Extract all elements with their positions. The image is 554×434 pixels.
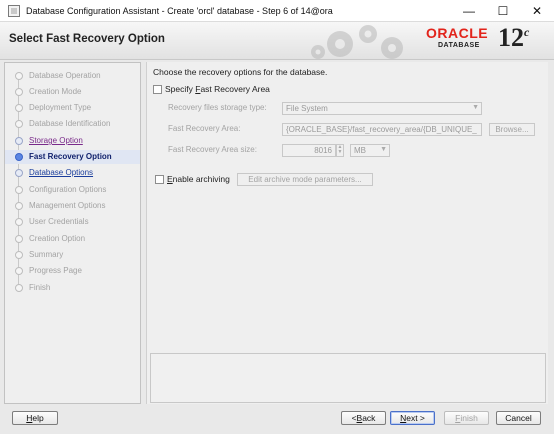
step-label: Management Options: [29, 201, 106, 210]
step-database-options[interactable]: Database Options: [5, 166, 140, 180]
step-dot: [15, 186, 23, 194]
step-fast-recovery-option: Fast Recovery Option: [5, 150, 140, 164]
page-title: Select Fast Recovery Option: [9, 33, 165, 45]
step-creation-mode: Creation Mode: [5, 85, 140, 99]
step-database-identification: Database Identification: [5, 117, 140, 131]
specify-fra-label-post: ast Recovery Area: [200, 84, 270, 94]
step-label: Database Operation: [29, 71, 101, 80]
step-dot: [15, 218, 23, 226]
step-label: Configuration Options: [29, 185, 107, 194]
fra-location-label: Fast Recovery Area:: [168, 124, 241, 133]
step-summary: Summary: [5, 248, 140, 262]
step-dot: [15, 169, 23, 177]
spinner-down-icon[interactable]: ▼: [337, 150, 343, 155]
close-button[interactable]: ✕: [520, 0, 554, 22]
enable-archiving-label[interactable]: Enable archiving: [167, 174, 230, 184]
step-progress-page: Progress Page: [5, 264, 140, 278]
details-panel: [150, 353, 546, 403]
oracle-logo: ORACLE DATABASE: [426, 25, 496, 57]
minimize-button[interactable]: —: [452, 0, 486, 22]
storage-type-select[interactable]: File System ▼: [282, 102, 482, 115]
back-label: ack: [362, 413, 376, 423]
step-dot: [15, 120, 23, 128]
enable-archiving-checkbox[interactable]: [155, 175, 164, 184]
fra-size-spinner[interactable]: ▲ ▼: [336, 144, 344, 157]
step-label: Finish: [29, 283, 51, 292]
back-button[interactable]: < Back: [341, 411, 386, 425]
intro-text: Choose the recovery options for the data…: [153, 67, 328, 77]
step-label: Summary: [29, 250, 64, 259]
step-label: Creation Mode: [29, 87, 82, 96]
finish-label: inish: [460, 413, 478, 423]
version-number: 12: [498, 23, 524, 52]
fra-size-input[interactable]: 8016: [282, 144, 336, 157]
gears-icon: [311, 25, 403, 59]
step-label[interactable]: Storage Option: [29, 136, 83, 145]
step-management-options: Management Options: [5, 199, 140, 213]
step-dot: [15, 137, 23, 145]
chevron-down-icon: ▼: [380, 146, 387, 153]
enable-archiving-label-post: nable archiving: [172, 174, 230, 184]
step-user-credentials: User Credentials: [5, 215, 140, 229]
step-dot: [15, 284, 23, 292]
step-dot: [15, 104, 23, 112]
specify-fra-checkbox[interactable]: [153, 85, 162, 94]
step-finish: Finish: [5, 281, 140, 295]
window-title: Database Configuration Assistant - Creat…: [26, 5, 333, 16]
maximize-button[interactable]: ☐: [486, 0, 520, 22]
oracle-logo-text: ORACLE: [426, 25, 489, 41]
cancel-button[interactable]: Cancel: [496, 411, 541, 425]
fra-size-unit-select[interactable]: MB ▼: [350, 144, 390, 157]
next-label: ext >: [406, 413, 425, 423]
edit-archive-mode-button[interactable]: Edit archive mode parameters...: [237, 173, 373, 186]
finish-button[interactable]: Finish: [444, 411, 489, 425]
step-dot: [15, 267, 23, 275]
step-label: User Credentials: [29, 217, 89, 226]
title-bar: Database Configuration Assistant - Creat…: [0, 0, 554, 22]
help-button[interactable]: Help: [12, 411, 58, 425]
step-label: Database Identification: [29, 119, 111, 128]
window-controls: — ☐ ✕: [452, 0, 554, 22]
step-creation-option: Creation Option: [5, 232, 140, 246]
version-badge: 12c: [498, 23, 529, 53]
main-content: Choose the recovery options for the data…: [146, 62, 548, 404]
step-label: Fast Recovery Option: [29, 152, 112, 161]
fra-location-input[interactable]: {ORACLE_BASE}/fast_recovery_area/{DB_UNI…: [282, 123, 482, 136]
next-button[interactable]: Next >: [390, 411, 435, 425]
step-navigator: Database Operation Creation Mode Deploym…: [4, 62, 141, 404]
step-storage-option[interactable]: Storage Option: [5, 134, 140, 148]
step-label: Creation Option: [29, 234, 86, 243]
step-dot: [15, 202, 23, 210]
step-deployment-type: Deployment Type: [5, 101, 140, 115]
step-database-operation: Database Operation: [5, 69, 140, 83]
browse-button[interactable]: Browse...: [489, 123, 535, 136]
version-suffix: c: [524, 25, 530, 39]
step-dot: [15, 153, 23, 161]
step-label[interactable]: Database Options: [29, 168, 93, 177]
app-icon: [8, 4, 20, 17]
step-label: Progress Page: [29, 266, 82, 275]
specify-fra-label[interactable]: Specify Fast Recovery Area: [165, 84, 270, 94]
step-configuration-options: Configuration Options: [5, 183, 140, 197]
step-dot: [15, 72, 23, 80]
step-dot: [15, 88, 23, 96]
specify-fra-label-pre: Specify: [165, 84, 196, 94]
help-label: elp: [32, 413, 44, 423]
storage-type-value: File System: [286, 104, 328, 113]
page-header: Select Fast Recovery Option ORACLE DATAB…: [0, 22, 554, 60]
fra-size-unit-value: MB: [354, 146, 366, 155]
chevron-down-icon: ▼: [472, 104, 479, 111]
step-dot: [15, 235, 23, 243]
fra-size-label: Fast Recovery Area size:: [168, 145, 257, 154]
step-dot: [15, 251, 23, 259]
storage-type-label: Recovery files storage type:: [168, 103, 267, 112]
step-label: Deployment Type: [29, 103, 92, 112]
oracle-logo-subtext: DATABASE: [438, 42, 480, 49]
